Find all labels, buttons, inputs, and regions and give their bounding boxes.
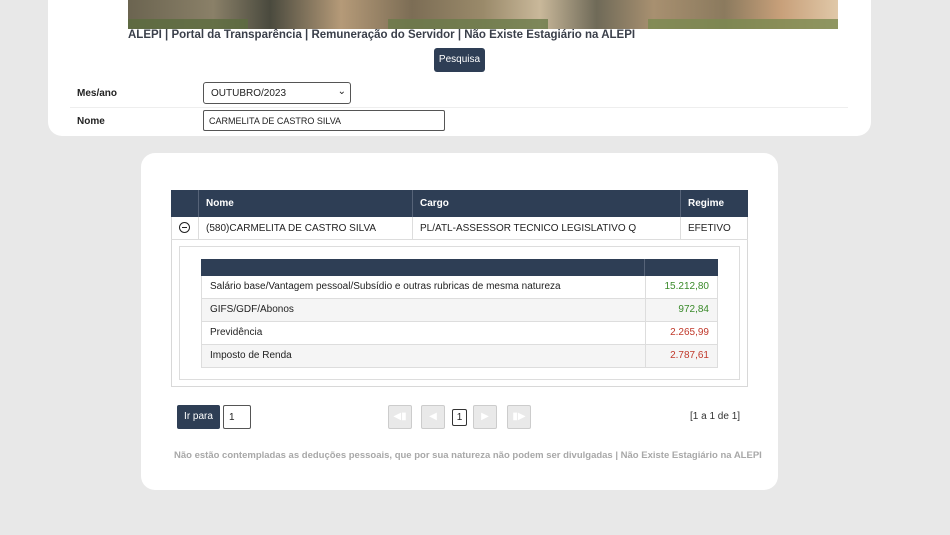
banner-foliage <box>128 19 248 29</box>
detail-header <box>201 259 718 276</box>
prev-page-icon[interactable]: ◀ <box>421 405 445 429</box>
footnote: Não estão contempladas as deduções pesso… <box>174 450 762 461</box>
divider <box>645 322 646 344</box>
detail-value: 2.787,61 <box>670 350 709 361</box>
detail-value: 972,84 <box>678 304 709 315</box>
detail-label: GIFS/GDF/Abonos <box>210 304 294 315</box>
detail-value: 2.265,99 <box>670 327 709 338</box>
month-label: Mes/ano <box>77 88 118 99</box>
detail-row: Salário base/Vantagem pessoal/Subsídio e… <box>201 276 718 299</box>
detail-row: Imposto de Renda 2.787,61 <box>201 345 718 368</box>
detail-label: Salário base/Vantagem pessoal/Subsídio e… <box>210 281 561 292</box>
column-header-nome: Nome <box>198 190 412 217</box>
next-page-icon[interactable]: ▶ <box>473 405 497 429</box>
table-row[interactable]: (580)CARMELITA DE CASTRO SILVA PL/ATL-AS… <box>171 217 748 240</box>
detail-row: GIFS/GDF/Abonos 972,84 <box>201 299 718 322</box>
cell-cargo: PL/ATL-ASSESSOR TECNICO LEGISLATIVO Q <box>412 217 680 240</box>
table-header: Nome Cargo Regime <box>171 190 748 217</box>
detail-value: 15.212,80 <box>664 281 710 292</box>
month-select-value: OUTUBRO/2023 <box>211 88 287 99</box>
last-page-icon[interactable]: ▮▶ <box>507 405 531 429</box>
detail-label: Previdência <box>210 327 263 338</box>
name-field[interactable]: CARMELITA DE CASTRO SILVA <box>203 110 445 131</box>
banner-image <box>128 0 838 29</box>
banner-foliage <box>648 19 838 29</box>
month-select[interactable]: OUTUBRO/2023 ⌄ <box>203 82 351 104</box>
detail-row: Previdência 2.265,99 <box>201 322 718 345</box>
first-page-icon[interactable]: ◀▮ <box>388 405 412 429</box>
divider <box>645 276 646 298</box>
divider <box>645 299 646 321</box>
search-button[interactable]: Pesquisa <box>434 48 485 72</box>
goto-page-button[interactable]: Ir para <box>177 405 220 429</box>
goto-page-input[interactable]: 1 <box>223 405 251 429</box>
divider <box>70 107 848 108</box>
cell-regime: EFETIVO <box>680 217 748 240</box>
detail-label: Imposto de Renda <box>210 350 292 361</box>
collapse-row-icon[interactable] <box>179 222 190 233</box>
chevron-down-icon: ⌄ <box>337 86 346 97</box>
pagination-info: [1 a 1 de 1] <box>690 411 741 422</box>
divider <box>645 345 646 367</box>
name-label: Nome <box>77 116 105 127</box>
page-title: ALEPI | Portal da Transparência | Remune… <box>128 29 636 41</box>
current-page[interactable]: 1 <box>452 409 467 426</box>
column-header-regime: Regime <box>680 190 748 217</box>
cell-nome: (580)CARMELITA DE CASTRO SILVA <box>198 217 412 240</box>
header-expand-col <box>171 190 198 217</box>
column-header-cargo: Cargo <box>412 190 680 217</box>
banner-foliage <box>388 19 548 29</box>
